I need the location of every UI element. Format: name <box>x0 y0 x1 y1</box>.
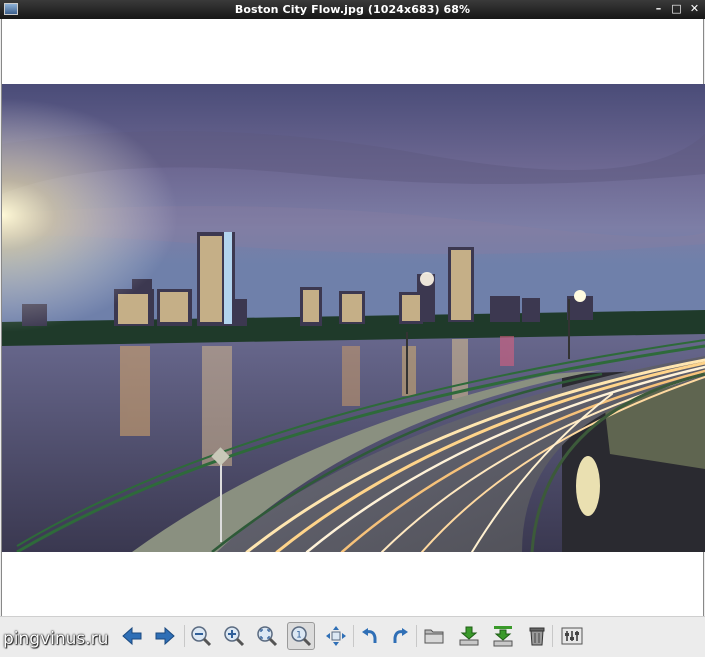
watermark: pingvinus.ru <box>3 629 109 649</box>
image-view-area[interactable] <box>1 19 705 616</box>
zoom-out-icon <box>191 626 212 647</box>
rotate-right-button[interactable] <box>386 622 414 650</box>
zoom-1to1-icon: 1 <box>291 626 312 647</box>
save-as-button[interactable] <box>489 622 517 650</box>
zoom-in-icon <box>224 626 245 647</box>
zoom-fit-button[interactable] <box>253 622 281 650</box>
toolbar-separator <box>353 625 354 647</box>
window-controls: – □ ✕ <box>652 2 701 16</box>
toolbar-separator <box>416 625 417 647</box>
preferences-icon <box>561 627 583 645</box>
svg-text:1: 1 <box>296 631 302 641</box>
window-title: Boston City Flow.jpg (1024x683) 68% <box>234 3 471 16</box>
zoom-out-button[interactable] <box>187 622 215 650</box>
image-viewer-icon <box>4 3 18 15</box>
rotate-left-icon <box>362 628 377 643</box>
minimize-icon[interactable]: – <box>652 2 665 16</box>
folder-icon <box>424 629 444 644</box>
save-button[interactable] <box>455 622 483 650</box>
toolbar-separator <box>552 625 553 647</box>
zoom-original-button[interactable]: 1 <box>287 622 315 650</box>
maximize-icon[interactable]: □ <box>670 2 683 16</box>
forward-button[interactable] <box>151 622 179 650</box>
delete-button[interactable] <box>523 622 551 650</box>
save-as-icon <box>493 626 513 647</box>
rotate-right-icon <box>393 628 408 643</box>
save-icon <box>459 626 479 646</box>
close-icon[interactable]: ✕ <box>688 2 701 16</box>
toolbar-separator <box>184 625 185 647</box>
trash-icon <box>529 627 545 646</box>
back-button[interactable] <box>118 622 146 650</box>
zoom-fit-icon <box>257 626 278 647</box>
arrow-right-icon <box>155 626 175 646</box>
boston-city-photo <box>2 84 705 552</box>
arrow-left-icon <box>122 626 142 646</box>
fullscreen-button[interactable] <box>322 622 350 650</box>
title-bar: Boston City Flow.jpg (1024x683) 68% – □ … <box>0 0 705 19</box>
preferences-button[interactable] <box>558 622 586 650</box>
zoom-in-button[interactable] <box>220 622 248 650</box>
rotate-left-button[interactable] <box>356 622 384 650</box>
move-arrows-icon <box>326 626 346 646</box>
open-button[interactable] <box>420 622 448 650</box>
